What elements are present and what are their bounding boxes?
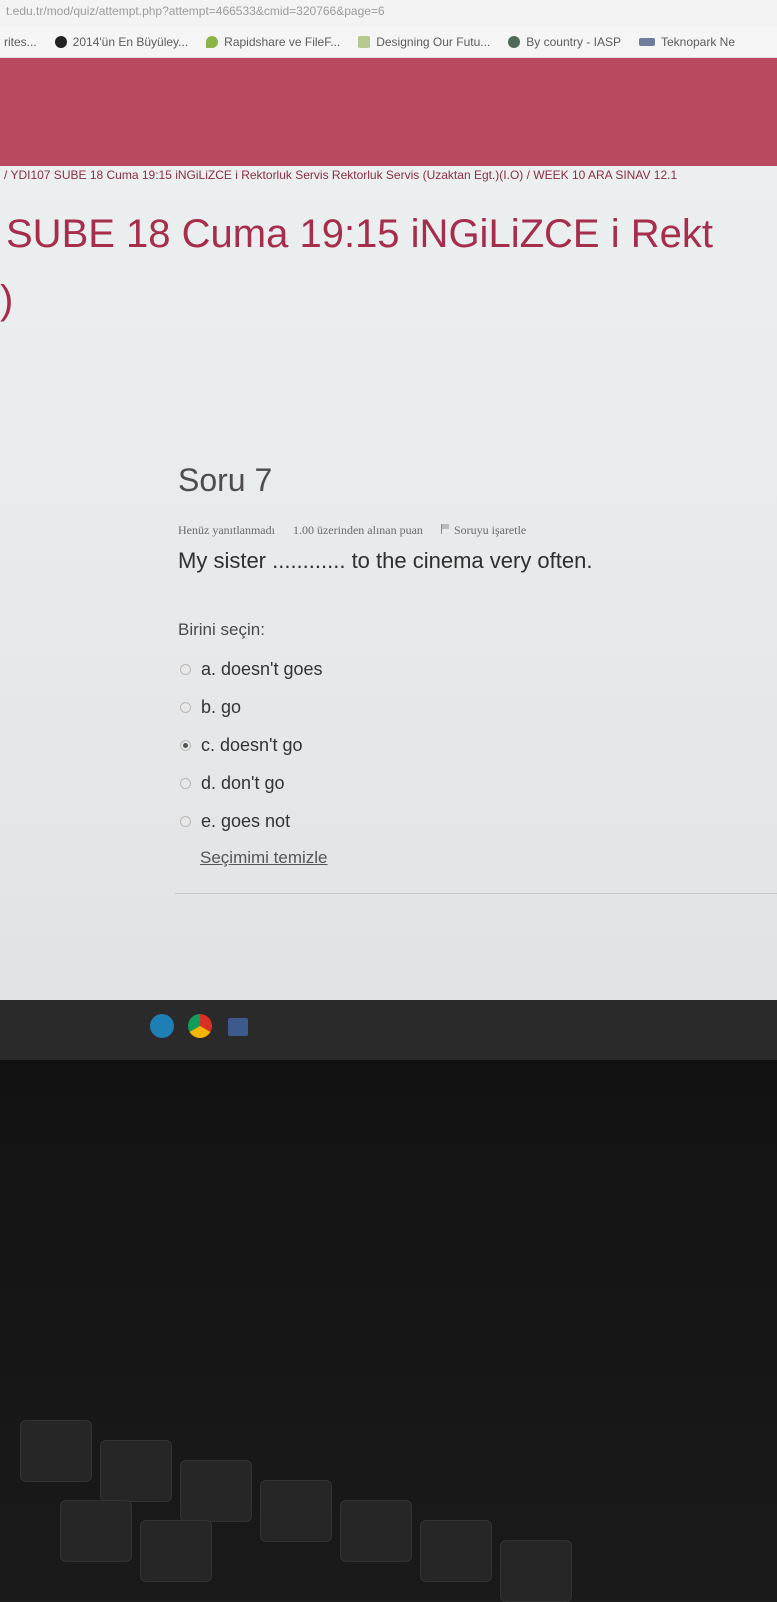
bookmark-label: Teknopark Ne bbox=[660, 34, 736, 49]
bookmarks-bar: rites... 2014'ün En Büyüley... Rapidshar… bbox=[0, 26, 777, 58]
keyboard-key bbox=[420, 1520, 492, 1582]
radio-button[interactable] bbox=[180, 815, 191, 827]
bookmark-item[interactable]: Designing Our Futu... bbox=[358, 35, 490, 49]
bookmark-label: rites... bbox=[4, 34, 37, 49]
taskbar bbox=[0, 1000, 777, 1060]
breadcrumb[interactable]: / YDI107 SUBE 18 Cuma 19:15 iNGiLiZCE i … bbox=[4, 168, 777, 182]
question-meta: Henüz yanıtlanmadı 1.00 üzerinden alınan… bbox=[178, 523, 526, 538]
page-icon bbox=[358, 35, 371, 48]
keyboard-key bbox=[20, 1420, 92, 1482]
answer-option-a[interactable]: a. doesn't goes bbox=[180, 650, 323, 688]
keyboard-key bbox=[260, 1480, 332, 1542]
bookmark-item[interactable]: rites... bbox=[4, 35, 37, 49]
bookmark-label: Rapidshare ve FileF... bbox=[224, 34, 341, 49]
question-text: My sister ............ to the cinema ver… bbox=[178, 548, 593, 573]
bookmark-item[interactable]: Teknopark Ne bbox=[638, 34, 736, 49]
radio-button[interactable] bbox=[180, 777, 191, 789]
browser-window: t.edu.tr/mod/quiz/attempt.php?attempt=46… bbox=[0, 0, 777, 1030]
option-label: e. goes not bbox=[201, 810, 291, 831]
bookmark-item[interactable]: By country - IASP bbox=[508, 35, 621, 49]
question-points: 1.00 üzerinden alınan puan bbox=[292, 523, 423, 537]
question-status: Henüz yanıtlanmadı bbox=[178, 523, 275, 537]
header-banner bbox=[0, 58, 777, 166]
answer-option-e[interactable]: e. goes not bbox=[180, 802, 323, 840]
flag-label: Soruyu işaretle bbox=[453, 523, 527, 537]
bookmark-item[interactable]: Rapidshare ve FileF... bbox=[206, 35, 340, 49]
answer-options: a. doesn't goes b. go c. doesn't go d. d… bbox=[180, 650, 323, 840]
keyboard-key bbox=[500, 1540, 572, 1602]
clear-selection-link[interactable]: Seçimimi temizle bbox=[200, 848, 328, 868]
edge-browser-icon[interactable] bbox=[150, 1014, 174, 1038]
flag-icon bbox=[440, 524, 451, 534]
bookmark-label: By country - IASP bbox=[526, 34, 621, 49]
circle-icon bbox=[54, 35, 67, 48]
keyboard-key bbox=[180, 1460, 252, 1522]
page-title: SUBE 18 Cuma 19:15 iNGiLiZCE i Rekt bbox=[6, 212, 713, 256]
address-bar[interactable]: t.edu.tr/mod/quiz/attempt.php?attempt=46… bbox=[0, 0, 777, 26]
chrome-icon[interactable] bbox=[188, 1014, 212, 1038]
option-label: c. doesn't go bbox=[201, 734, 303, 755]
logo-icon bbox=[638, 37, 655, 46]
answer-prompt: Birini seçin: bbox=[178, 620, 265, 639]
keyboard-key bbox=[140, 1520, 212, 1582]
divider bbox=[175, 893, 777, 894]
radio-button[interactable] bbox=[180, 663, 191, 675]
radio-button[interactable] bbox=[180, 701, 191, 713]
answer-option-d[interactable]: d. don't go bbox=[180, 764, 323, 802]
radio-button-selected[interactable] bbox=[180, 739, 191, 751]
bookmark-item[interactable]: 2014'ün En Büyüley... bbox=[54, 34, 189, 49]
keyboard-key bbox=[100, 1440, 172, 1502]
page-title-continued: ) bbox=[0, 278, 14, 322]
keyboard-key bbox=[60, 1500, 132, 1562]
bookmark-label: 2014'ün En Büyüley... bbox=[72, 34, 189, 49]
question-title: Soru 7 bbox=[178, 462, 273, 498]
globe-icon bbox=[508, 35, 521, 48]
app-window-icon[interactable] bbox=[228, 1018, 248, 1036]
flag-question-link[interactable]: Soruyu işaretle bbox=[440, 523, 527, 538]
bookmark-label: Designing Our Futu... bbox=[376, 34, 491, 49]
option-label: a. doesn't goes bbox=[201, 658, 323, 679]
answer-option-b[interactable]: b. go bbox=[180, 688, 323, 726]
option-label: b. go bbox=[201, 696, 242, 717]
keyboard-key bbox=[340, 1500, 412, 1562]
answer-option-c[interactable]: c. doesn't go bbox=[180, 726, 323, 764]
url-text: t.edu.tr/mod/quiz/attempt.php?attempt=46… bbox=[6, 4, 385, 18]
drop-icon bbox=[206, 35, 219, 48]
option-label: d. don't go bbox=[201, 772, 285, 793]
laptop-keyboard bbox=[0, 1060, 777, 1602]
